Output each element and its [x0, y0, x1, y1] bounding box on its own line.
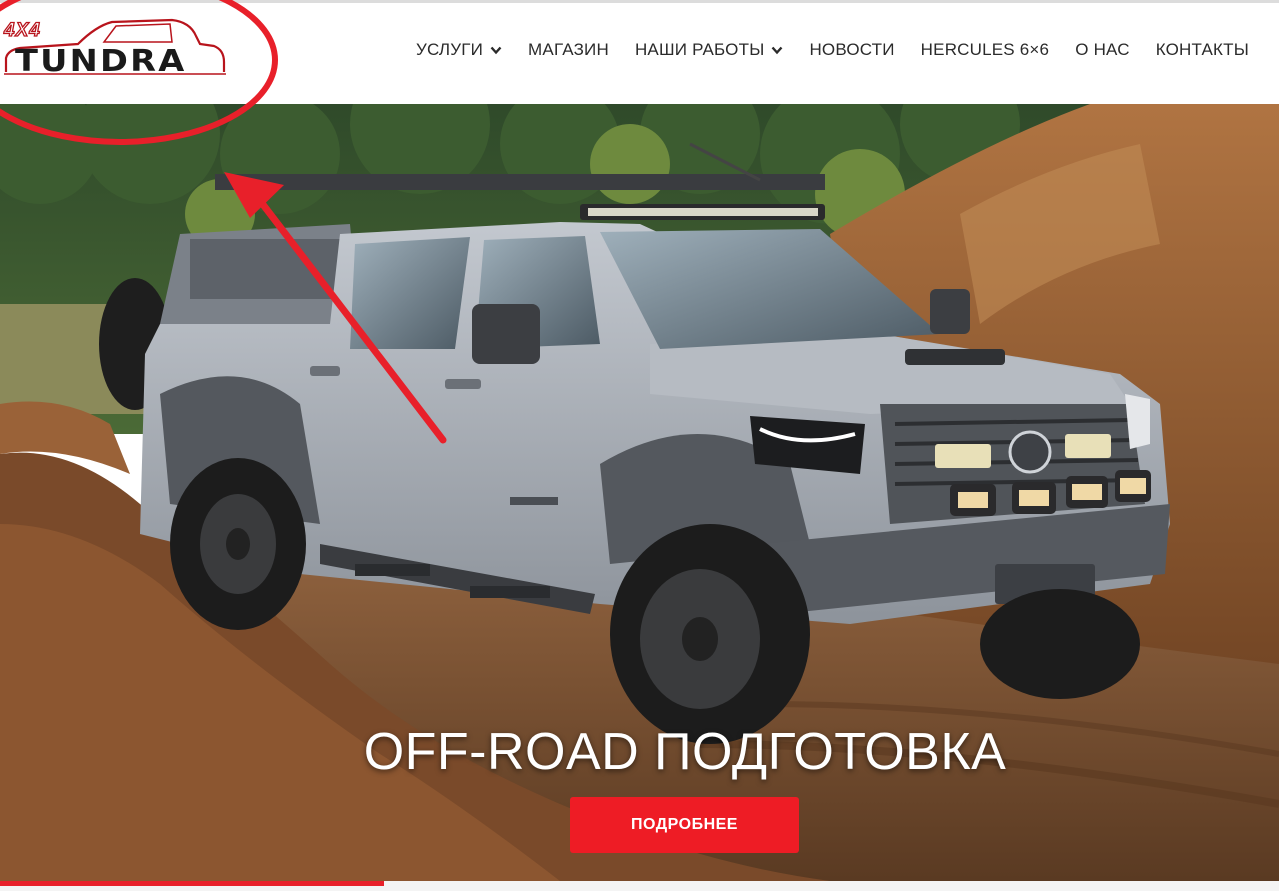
nav-item-about[interactable]: О НАС	[1075, 40, 1129, 60]
nav-item-label: HERCULES 6×6	[920, 40, 1050, 59]
browser-edge-line	[0, 0, 1279, 3]
nav-item-hercules[interactable]: HERCULES 6×6	[921, 40, 1050, 60]
nav-item-label: УСЛУГИ	[415, 40, 484, 59]
slider-progress-track	[0, 881, 1279, 891]
logo-wordmark: TUNDRA	[15, 44, 187, 79]
site-header: 4X4 TUNDRA УСЛУГИ МАГАЗИН НАШИ РАБОТЫ НО…	[0, 0, 1279, 104]
nav-item-services[interactable]: УСЛУГИ	[416, 40, 502, 60]
nav-item-label: НОВОСТИ	[809, 40, 895, 59]
hero-slider: OFF-ROAD ПОДГОТОВКА ПОДРОБНЕЕ	[0, 104, 1279, 881]
chevron-down-icon	[772, 46, 783, 54]
hero-title: OFF-ROAD ПОДГОТОВКА	[363, 723, 1007, 781]
more-details-button[interactable]: ПОДРОБНЕЕ	[570, 797, 799, 853]
logo-badge-text: 4X4	[3, 19, 41, 41]
nav-item-our-works[interactable]: НАШИ РАБОТЫ	[635, 40, 784, 60]
nav-item-label: МАГАЗИН	[528, 40, 609, 59]
nav-item-contacts[interactable]: КОНТАКТЫ	[1156, 40, 1249, 60]
slider-progress-bar	[0, 881, 384, 886]
nav-item-news[interactable]: НОВОСТИ	[809, 40, 894, 60]
main-nav: УСЛУГИ МАГАЗИН НАШИ РАБОТЫ НОВОСТИ HERCU…	[416, 36, 1249, 64]
site-logo[interactable]: 4X4 TUNDRA	[0, 14, 240, 84]
nav-item-shop[interactable]: МАГАЗИН	[528, 40, 609, 60]
nav-item-label: КОНТАКТЫ	[1155, 40, 1249, 59]
nav-item-label: НАШИ РАБОТЫ	[634, 40, 765, 59]
nav-item-label: О НАС	[1075, 40, 1130, 59]
chevron-down-icon	[490, 46, 502, 54]
